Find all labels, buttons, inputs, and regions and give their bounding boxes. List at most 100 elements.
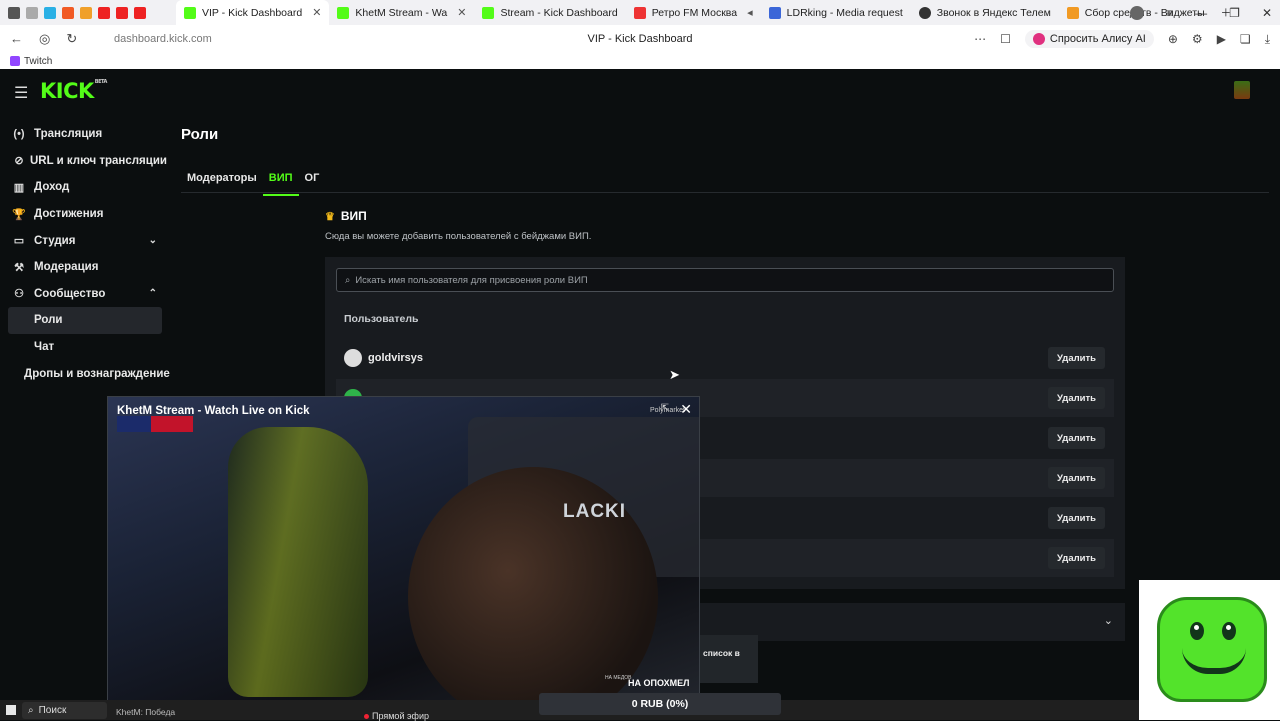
taskbar-search[interactable]: ⌕ Поиск bbox=[22, 702, 107, 719]
video-figure bbox=[228, 427, 368, 697]
sidebar-item-label: Чат bbox=[34, 341, 55, 354]
search-icon: ⌕ bbox=[345, 274, 351, 286]
remove-button[interactable]: Удалить bbox=[1048, 547, 1105, 569]
bookmarks-bar: Twitch bbox=[0, 53, 1280, 69]
hammer-icon: ⚒ bbox=[14, 261, 24, 274]
windows-start-icon[interactable] bbox=[6, 705, 16, 715]
bookmark-icon[interactable]: ☐ bbox=[1000, 32, 1011, 46]
collections-icon[interactable]: ❏ bbox=[1240, 32, 1251, 46]
close-tab-icon[interactable]: ✕ bbox=[312, 6, 321, 19]
chevron-down-icon[interactable]: ⌄ bbox=[149, 235, 157, 246]
section-description: Сюда вы можете добавить пользователей с … bbox=[325, 231, 592, 242]
radio-favicon-icon bbox=[633, 6, 646, 19]
youtube-icon[interactable] bbox=[116, 6, 128, 19]
kick-favicon-icon bbox=[184, 6, 196, 19]
tab-label: VIP - Kick Dashboard bbox=[202, 6, 303, 19]
pinned-tab-icon[interactable] bbox=[8, 6, 20, 19]
reload-icon[interactable]: ↻ bbox=[66, 31, 77, 47]
browser-tab[interactable]: Stream - Kick Dashboard bbox=[474, 0, 625, 25]
chevron-down-icon[interactable]: ⌄ bbox=[1104, 614, 1113, 627]
minimize-icon[interactable]: — bbox=[1195, 6, 1207, 20]
pip-video-player[interactable]: LACKI KhetM Stream - Watch Live on Kick … bbox=[107, 396, 700, 720]
search-icon: ⌕ bbox=[28, 705, 34, 716]
restore-icon[interactable]: ❐ bbox=[1229, 6, 1240, 20]
link-icon: ⊘ bbox=[14, 155, 24, 168]
remove-button[interactable]: Удалить bbox=[1048, 507, 1105, 529]
crown-icon: ♛ bbox=[325, 210, 335, 223]
close-pip-icon[interactable]: ✕ bbox=[680, 401, 692, 418]
pinned-tab-icon[interactable] bbox=[26, 6, 38, 19]
back-to-tab-icon[interactable]: ⇱ bbox=[661, 403, 669, 414]
url-field[interactable]: dashboard.kick.com bbox=[114, 33, 212, 45]
menu-icon[interactable]: ≡ bbox=[1166, 6, 1173, 20]
pinned-tab-icon[interactable] bbox=[62, 6, 74, 19]
sidebar-item-drops[interactable]: Дропы и вознаграждение bbox=[0, 360, 175, 387]
sidebar-item-stream[interactable]: (•) Трансляция bbox=[0, 121, 175, 148]
sidebar-item-studio[interactable]: ▭ Студия ⌄ bbox=[0, 227, 175, 254]
pip-bottom-text: KhetM: Победа bbox=[116, 707, 176, 717]
remove-button[interactable]: Удалить bbox=[1048, 387, 1105, 409]
sidebar-item-roles[interactable]: Роли bbox=[8, 307, 162, 334]
youtube-icon[interactable] bbox=[134, 6, 146, 19]
browser-tab[interactable]: KhetM Stream - Wa ✕ bbox=[329, 0, 474, 25]
profile-avatar[interactable] bbox=[1130, 5, 1145, 20]
avatar bbox=[344, 349, 362, 367]
vip-search-input[interactable]: ⌕ Искать имя пользователя для присвоения… bbox=[336, 268, 1114, 292]
sidebar-item-label: Доход bbox=[34, 181, 70, 194]
trophy-icon: 🏆 bbox=[12, 208, 26, 221]
pinned-tab-icon[interactable] bbox=[44, 6, 56, 19]
download-icon[interactable]: ⤓ bbox=[1265, 32, 1270, 47]
extensions-icon[interactable]: ⚙ bbox=[1192, 32, 1203, 46]
chart-icon: ▥ bbox=[13, 181, 25, 194]
close-tab-icon[interactable]: ✕ bbox=[457, 6, 466, 19]
speaker-icon[interactable]: ◂ bbox=[747, 6, 753, 19]
tab-label: KhetM Stream - Wa bbox=[355, 6, 448, 19]
browser-tab[interactable]: LDRking - Media request bbox=[761, 0, 911, 25]
translate-icon[interactable]: ⊕ bbox=[1168, 32, 1178, 46]
sidebar-item-moderation[interactable]: ⚒ Модерация bbox=[0, 254, 175, 281]
kick-logo[interactable]: KICKBETA bbox=[40, 79, 107, 103]
remove-button[interactable]: Удалить bbox=[1048, 427, 1105, 449]
browser-tab[interactable]: VIP - Kick Dashboard ✕ bbox=[176, 0, 330, 25]
sidebar: (•) Трансляция ⊘ URL и ключ трансляции ▥ До… bbox=[0, 121, 175, 387]
column-header-user: Пользователь bbox=[344, 313, 419, 325]
search-placeholder: Искать имя пользователя для присвоения р… bbox=[355, 274, 588, 286]
browser-tab[interactable]: Звонок в Яндекс Телем bbox=[911, 0, 1059, 25]
yandex-icon[interactable]: ◎ bbox=[39, 31, 50, 47]
alice-icon bbox=[1032, 33, 1045, 45]
sidebar-item-community[interactable]: ⚇ Сообщество ⌃ bbox=[0, 281, 175, 308]
community-icon: ⚇ bbox=[14, 288, 24, 301]
bookmark-twitch[interactable]: Twitch bbox=[24, 56, 52, 67]
remove-button[interactable]: Удалить bbox=[1048, 467, 1105, 489]
user-avatar[interactable] bbox=[1234, 81, 1250, 99]
broadcast-icon: (•) bbox=[13, 128, 25, 141]
youtube-icon[interactable] bbox=[98, 6, 110, 19]
sidebar-item-income[interactable]: ▥ Доход bbox=[0, 174, 175, 201]
chevron-up-icon[interactable]: ⌃ bbox=[149, 288, 157, 299]
media-icon[interactable]: ▶ bbox=[1217, 32, 1226, 46]
sidebar-item-achievements[interactable]: 🏆 Достижения bbox=[0, 201, 175, 228]
list-button[interactable]: список в bbox=[698, 635, 758, 683]
studio-icon: ▭ bbox=[13, 235, 25, 248]
favicon-icon bbox=[1066, 6, 1079, 19]
pip-title: KhetM Stream - Watch Live on Kick bbox=[117, 405, 310, 417]
sidebar-item-url-key[interactable]: ⊘ URL и ключ трансляции bbox=[0, 148, 175, 175]
close-window-icon[interactable]: ✕ bbox=[1262, 6, 1272, 20]
sidebar-item-chat[interactable]: Чат bbox=[0, 334, 175, 361]
remove-button[interactable]: Удалить bbox=[1048, 347, 1105, 369]
sidebar-item-label: Сообщество bbox=[34, 287, 106, 300]
more-icon[interactable]: ⋯ bbox=[974, 32, 986, 46]
pinned-tab-icon[interactable] bbox=[80, 6, 92, 19]
mouse-cursor-icon: ➤ bbox=[669, 367, 680, 382]
ask-alice-button[interactable]: Спросить Алису AI bbox=[1024, 30, 1154, 48]
hamburger-menu-icon[interactable]: ☰ bbox=[14, 83, 28, 103]
tab-label: Звонок в Яндекс Телем bbox=[936, 6, 1051, 19]
tab-label: Stream - Kick Dashboard bbox=[500, 6, 618, 19]
live-dot-icon bbox=[364, 714, 369, 719]
browser-tab[interactable]: Ретро FM Москва ◂ bbox=[626, 0, 761, 25]
sidebar-item-label: Модерация bbox=[34, 261, 99, 274]
mascot-eye bbox=[1222, 622, 1236, 640]
username[interactable]: goldvirsys bbox=[368, 352, 423, 364]
back-icon[interactable]: ← bbox=[10, 31, 23, 47]
pinned-tabs bbox=[0, 6, 176, 19]
